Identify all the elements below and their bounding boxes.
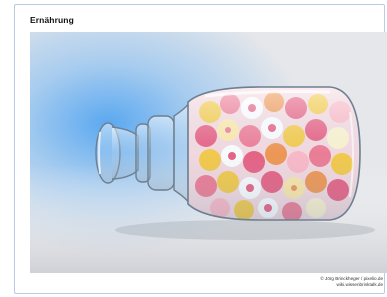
photo-credit-line-2: wiki.wissenbrinktalk.de xyxy=(336,281,383,287)
section-title: Ernährung xyxy=(30,15,74,25)
photo-credit: © Jörg Brinckheger / pixelio.de wiki.wis… xyxy=(320,276,383,287)
candy-jar-photo xyxy=(30,32,387,273)
photo-credit-line-1: © Jörg Brinckheger / pixelio.de xyxy=(320,276,383,281)
